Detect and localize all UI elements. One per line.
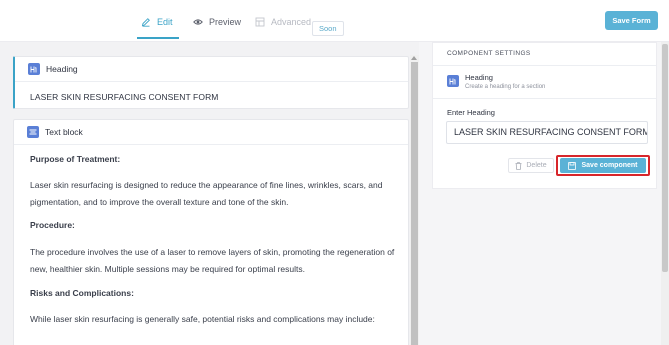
text-block-header: Text block <box>27 126 83 138</box>
heading-block-title: Heading <box>46 64 78 74</box>
heading-icon <box>28 63 40 75</box>
delete-label: Delete <box>526 162 547 169</box>
text-align-icon <box>27 126 39 138</box>
highlight-box <box>556 155 650 176</box>
settings-title: COMPONENT SETTINGS <box>447 50 531 57</box>
scroll-up-arrow-icon[interactable] <box>411 56 417 60</box>
paragraph: The procedure involves the use of a lase… <box>30 247 395 274</box>
paragraph-heading: Purpose of Treatment: <box>30 154 121 164</box>
trash-icon <box>515 161 522 170</box>
panel-divider <box>433 65 656 66</box>
panel-divider <box>433 98 656 99</box>
paragraph-heading: Risks and Complications: <box>30 288 134 298</box>
active-tab-indicator <box>137 37 179 39</box>
page-scroll-thumb[interactable] <box>662 44 668 272</box>
text-block-title: Text block <box>45 127 83 137</box>
save-form-button[interactable]: Save Form <box>605 11 658 30</box>
pencil-icon <box>141 18 150 27</box>
card-divider <box>15 81 408 82</box>
tab-preview-label: Preview <box>209 17 242 27</box>
paragraph-heading: Procedure: <box>30 220 75 230</box>
component-name: Heading <box>465 73 493 82</box>
enter-heading-label: Enter Heading <box>447 108 495 117</box>
heading-icon <box>447 75 459 87</box>
tab-edit-label: Edit <box>157 17 173 27</box>
eye-icon <box>193 19 203 25</box>
tab-edit[interactable]: Edit <box>137 17 179 41</box>
tab-advanced: Advanced <box>255 17 311 41</box>
top-bar: Edit Preview Advanced Soon Save Form <box>0 0 669 42</box>
delete-button[interactable]: Delete <box>508 158 554 173</box>
card-divider <box>14 144 408 145</box>
component-description: Create a heading for a section <box>465 84 546 90</box>
heading-block-value: LASER SKIN RESURFACING CONSENT FORM <box>30 92 219 102</box>
heading-block-header: Heading <box>28 63 78 75</box>
paragraph: While laser skin resurfacing is generall… <box>30 314 375 324</box>
paragraph: Laser skin resurfacing is designed to re… <box>30 180 383 207</box>
tab-advanced-label: Advanced <box>271 17 312 27</box>
tab-preview[interactable]: Preview <box>193 17 241 41</box>
soon-badge: Soon <box>312 21 344 36</box>
heading-input[interactable]: LASER SKIN RESURFACING CONSENT FORM <box>446 121 648 144</box>
layout-icon <box>255 17 265 27</box>
canvas-scroll-thumb[interactable] <box>411 62 418 345</box>
heading-block-card[interactable]: Heading LASER SKIN RESURFACING CONSENT F… <box>13 56 409 109</box>
text-block-card[interactable]: Text block Purpose of Treatment: Laser s… <box>13 119 409 345</box>
component-info: Heading Create a heading for a section <box>447 73 545 90</box>
